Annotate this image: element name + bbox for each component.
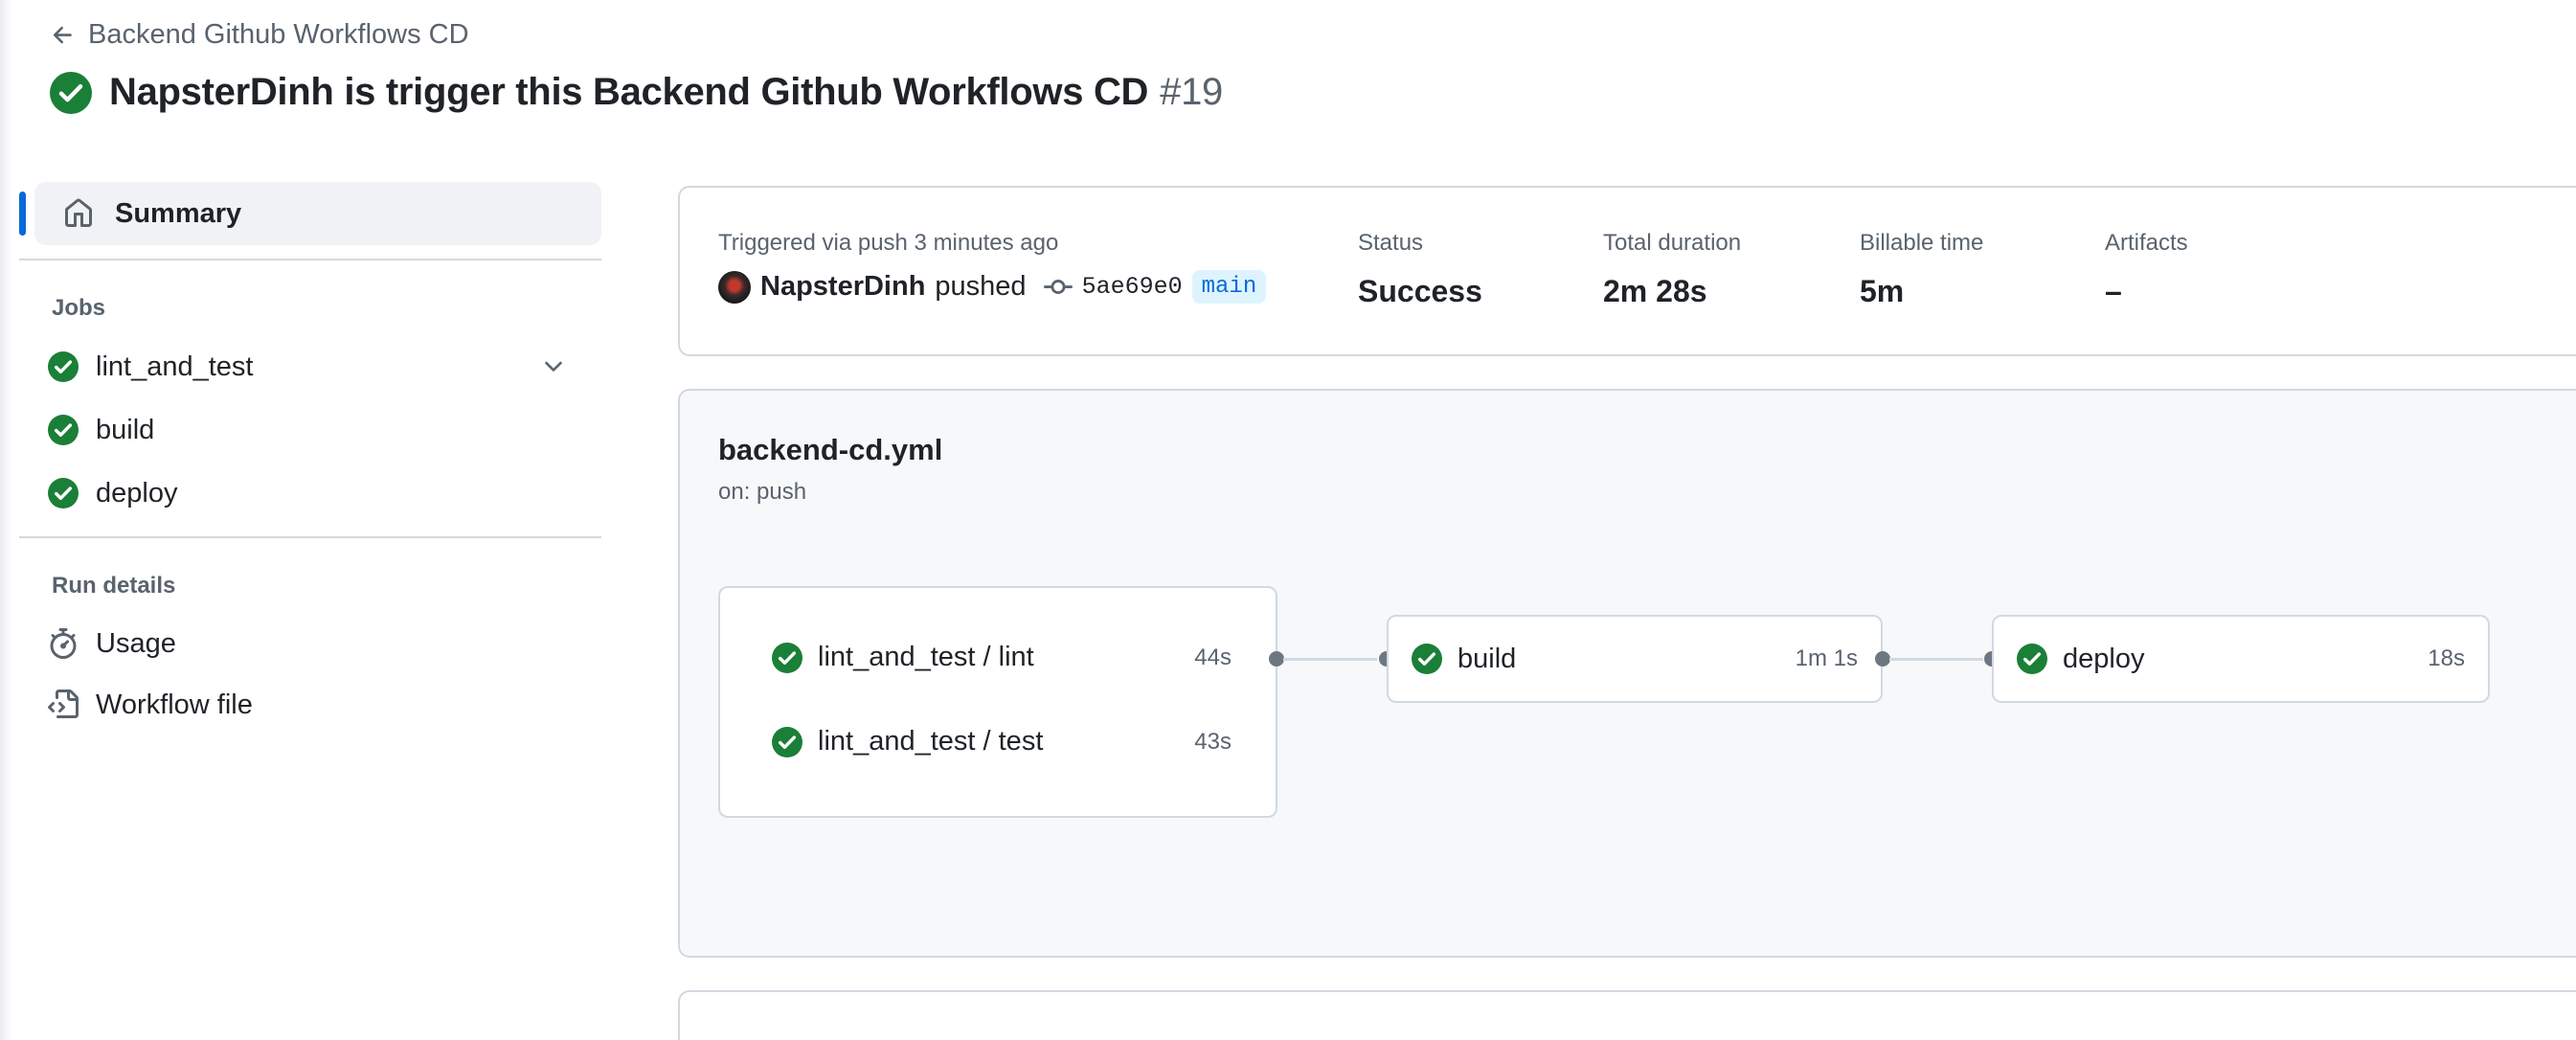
- check-circle-icon: [48, 478, 79, 509]
- jobs-heading: Jobs: [52, 295, 106, 321]
- check-circle-icon: [48, 415, 79, 445]
- trigger-row: NapsterDinh pushed 5ae69e0 main: [718, 270, 1267, 304]
- trigger-block: Triggered via push 3 minutes ago Napster…: [718, 230, 1267, 304]
- check-circle-icon: [772, 642, 802, 673]
- duration-label: Total duration: [1603, 230, 1742, 256]
- run-details-heading: Run details: [52, 573, 176, 599]
- workflow-trigger-event: on: push: [718, 479, 807, 505]
- graph-job-name: lint_and_test / lint: [818, 642, 1034, 672]
- billable-block: Billable time 5m: [1860, 230, 1983, 309]
- sidebar-item-usage[interactable]: Usage: [19, 613, 601, 674]
- duration-block: Total duration 2m 28s: [1603, 230, 1741, 309]
- run-summary-card: Triggered via push 3 minutes ago Napster…: [678, 186, 2576, 356]
- artifacts-block: Artifacts –: [2105, 230, 2188, 309]
- next-section-card: [678, 990, 2576, 1040]
- status-block: Status Success: [1358, 230, 1482, 309]
- arrow-left-icon: [53, 26, 72, 43]
- actor-link[interactable]: NapsterDinh: [760, 271, 925, 303]
- chevron-down-icon[interactable]: [540, 353, 567, 380]
- sidebar-item-workflow-file[interactable]: Workflow file: [19, 674, 601, 735]
- billable-value: 5m: [1860, 274, 1905, 308]
- workflow-file-name[interactable]: backend-cd.yml: [718, 433, 942, 467]
- sidebar-job-label: build: [96, 414, 155, 445]
- graph-job-name: deploy: [2063, 643, 2145, 674]
- graph-job-name: lint_and_test / test: [818, 726, 1044, 757]
- graph-job-deploy[interactable]: deploy 18s: [1992, 615, 2490, 703]
- file-code-icon: [48, 690, 79, 718]
- back-link-label: Backend Github Workflows CD: [88, 19, 469, 50]
- run-details-list: Usage Workflow file: [19, 613, 601, 735]
- duration-value: 2m 28s: [1603, 274, 1707, 308]
- sidebar-item-workflow-file-label: Workflow file: [96, 689, 253, 720]
- artifacts-label: Artifacts: [2105, 230, 2188, 256]
- window-edge-shadow: [0, 0, 11, 1040]
- sidebar-item-summary-label: Summary: [115, 197, 242, 229]
- graph-job-duration: 44s: [1194, 644, 1232, 670]
- check-circle-icon: [2017, 644, 2047, 674]
- artifacts-value: –: [2105, 274, 2122, 308]
- trigger-text: Triggered via push 3 minutes ago: [718, 230, 1059, 256]
- graph-job-duration: 43s: [1194, 728, 1232, 755]
- git-commit-icon: [1043, 279, 1073, 294]
- connector-dot: [1269, 651, 1284, 667]
- sidebar-job-deploy[interactable]: deploy: [19, 462, 601, 525]
- avatar[interactable]: [718, 270, 751, 304]
- graph-job-duration: 1m 1s: [1795, 645, 1858, 671]
- billable-label: Billable time: [1860, 230, 1984, 256]
- connector-dot: [1875, 651, 1890, 667]
- page-title-row: NapsterDinh is trigger this Backend Gith…: [50, 71, 1223, 114]
- home-icon: [65, 198, 92, 227]
- check-circle-icon: [1412, 644, 1442, 674]
- back-link[interactable]: Backend Github Workflows CD: [50, 19, 469, 51]
- sidebar-divider: [19, 259, 601, 260]
- check-circle-icon: [50, 71, 92, 114]
- workflow-graph-card: backend-cd.yml on: push lint_and_test / …: [678, 389, 2576, 958]
- stopwatch-icon: [50, 628, 77, 659]
- connector-line: [1889, 658, 1983, 661]
- run-number: #19: [1160, 71, 1223, 113]
- graph-job-duration: 18s: [2428, 645, 2465, 671]
- sidebar-job-label: lint_and_test: [96, 350, 254, 382]
- check-circle-icon: [772, 726, 802, 757]
- sidebar-item-summary[interactable]: Summary: [19, 182, 601, 245]
- page-title-text: NapsterDinh is trigger this Backend Gith…: [109, 71, 1149, 113]
- sidebar-job-build[interactable]: build: [19, 398, 601, 462]
- graph-job-lint[interactable]: lint_and_test / lint 44s: [772, 642, 1232, 673]
- active-indicator: [19, 192, 26, 236]
- sidebar-job-label: deploy: [96, 477, 178, 509]
- sidebar-job-lint-and-test[interactable]: lint_and_test: [19, 335, 601, 398]
- status-label: Status: [1358, 230, 1424, 256]
- job-group-lint-and-test: lint_and_test / lint 44s lint_and_test /…: [718, 586, 1277, 818]
- graph-job-build[interactable]: build 1m 1s: [1387, 615, 1883, 703]
- status-value: Success: [1358, 274, 1482, 308]
- sidebar-item-usage-label: Usage: [96, 627, 176, 659]
- action-text: pushed: [935, 271, 1027, 302]
- check-circle-icon: [48, 351, 79, 382]
- graph-job-test[interactable]: lint_and_test / test 43s: [772, 726, 1232, 757]
- branch-badge[interactable]: main: [1191, 270, 1267, 304]
- connector-line: [1283, 658, 1377, 661]
- commit-sha-link[interactable]: 5ae69e0: [1082, 273, 1183, 301]
- jobs-list: lint_and_test build deploy: [19, 335, 601, 525]
- graph-job-name: build: [1457, 643, 1517, 674]
- sidebar-divider: [19, 536, 601, 538]
- sidebar: Summary Jobs lint_and_test build deploy …: [19, 182, 601, 735]
- page-title: NapsterDinh is trigger this Backend Gith…: [109, 71, 1223, 114]
